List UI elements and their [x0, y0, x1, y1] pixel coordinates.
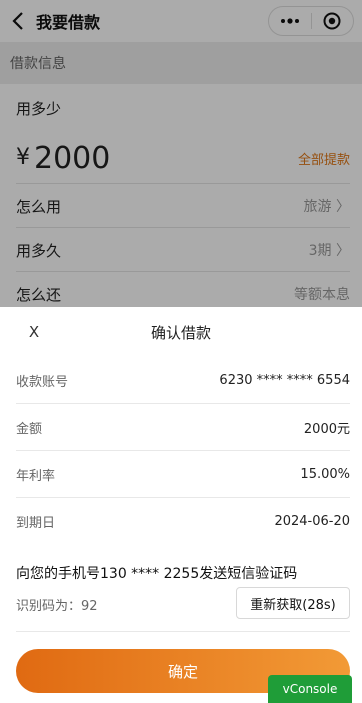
detail-row-rate: 年利率 15.00%: [16, 451, 350, 497]
detail-value: 6230 **** **** 6554: [219, 372, 350, 388]
sms-notice: 向您的手机号130 **** 2255发送短信验证码: [16, 566, 298, 582]
detail-value: 15.00%: [300, 466, 350, 482]
divider: [16, 631, 350, 632]
ident-code: 识别码为：92: [16, 599, 98, 614]
detail-label: 收款账号: [16, 374, 69, 390]
detail-label: 到期日: [16, 515, 56, 531]
detail-value: 2000元: [303, 421, 350, 437]
dialog-header: X 确认借款: [0, 307, 362, 357]
detail-label: 年利率: [16, 468, 56, 484]
detail-row-amount: 金额 2000元: [16, 404, 350, 450]
detail-value: 2024-06-20: [274, 513, 350, 529]
confirm-loan-dialog: X 确认借款 收款账号 6230 **** **** 6554 金额 2000元…: [0, 307, 362, 703]
dialog-title: 确认借款: [150, 324, 211, 342]
detail-row-due-date: 到期日 2024-06-20: [16, 498, 350, 544]
detail-row-account: 收款账号 6230 **** **** 6554: [16, 357, 350, 403]
modal-overlay[interactable]: [0, 0, 362, 307]
vconsole-button[interactable]: vConsole: [268, 675, 352, 703]
detail-label: 金额: [16, 421, 43, 437]
resend-code-button[interactable]: 重新获取(28s): [236, 587, 350, 619]
